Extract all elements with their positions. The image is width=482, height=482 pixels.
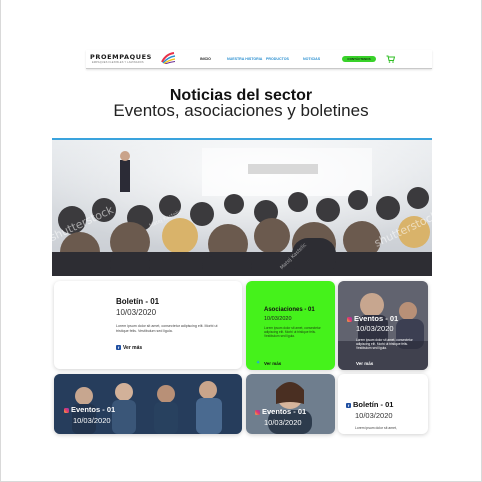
news-card-asociaciones[interactable]: Asociaciones - 01 10/03/2020 Lorem ipsum… <box>246 281 335 370</box>
card-title-text: Eventos - 01 <box>262 407 307 416</box>
logo-tagline: EMPAQUES FLEXIBLES Y LAMINADOS <box>92 61 144 64</box>
card-title: Boletín - 01 <box>116 297 160 306</box>
card-date: 10/03/2020 <box>355 411 393 420</box>
card-title: Asociaciones - 01 <box>264 307 315 313</box>
card-excerpt: Lorem ipsum dolor sit amet, <box>355 426 397 430</box>
news-card-boletin-2[interactable]: f Boletín - 01 10/03/2020 Lorem ipsum dol… <box>338 374 428 434</box>
instagram-icon <box>347 316 352 322</box>
card-excerpt: Lorem ipsum dolor sit amet, consectetur … <box>356 338 413 350</box>
top-navbar: PROEMPAQUES EMPAQUES FLEXIBLES Y LAMINAD… <box>86 50 432 69</box>
card-date: 10/03/2020 <box>73 416 111 425</box>
twitter-icon: ✦ <box>256 360 261 367</box>
read-more-label: Ver más <box>123 345 143 351</box>
card-read-more[interactable]: ✦ Ver más <box>256 361 281 366</box>
card-title-text: Boletín - 01 <box>353 400 394 409</box>
card-excerpt: Lorem ipsum dolor sit amet, consectetur … <box>264 326 321 338</box>
facebook-icon: f <box>346 402 351 408</box>
card-title-text: Eventos - 01 <box>71 405 116 414</box>
page-subtitle: Eventos, asociaciones y boletines <box>113 101 369 120</box>
card-excerpt: Lorem ipsum dolor sit amet, consectetur … <box>116 324 218 333</box>
news-card-eventos-1[interactable]: Eventos - 01 10/03/2020 Lorem ipsum dolo… <box>338 281 428 370</box>
card-title: Eventos - 01 <box>255 407 306 416</box>
contact-button[interactable]: CONTÁCTENOS <box>342 56 376 62</box>
nav-item-productos[interactable]: PRODUCTOS <box>266 57 289 61</box>
brand-logo[interactable]: PROEMPAQUES EMPAQUES FLEXIBLES Y LAMINAD… <box>90 52 176 65</box>
logo-text: PROEMPAQUES <box>90 53 152 61</box>
news-card-boletin[interactable]: Boletín - 01 10/03/2020 Lorem ipsum dolo… <box>54 281 242 369</box>
instagram-icon <box>64 407 69 413</box>
card-title-text: Eventos - 01 <box>354 314 399 323</box>
cart-icon[interactable] <box>386 55 395 63</box>
card-title: Eventos - 01 <box>64 405 115 414</box>
nav-item-nuestra-historia[interactable]: NUESTRA HISTORIA <box>227 57 262 61</box>
card-title: Eventos - 01 <box>347 314 398 323</box>
news-card-eventos-2[interactable]: Eventos - 01 10/03/2020 <box>54 374 242 434</box>
nav-item-inicio[interactable]: INICIO <box>200 57 211 61</box>
nav-item-noticias[interactable]: NOTICIAS <box>303 57 320 61</box>
card-read-more[interactable]: Ver más <box>356 361 373 366</box>
card-title: f Boletín - 01 <box>346 400 393 409</box>
card-date: 10/03/2020 <box>356 324 394 333</box>
facebook-icon: f <box>116 345 121 351</box>
card-date: 10/03/2020 <box>116 308 157 317</box>
event-photo <box>54 374 242 434</box>
instagram-icon <box>255 409 260 415</box>
logo-mark-icon <box>161 52 176 64</box>
card-read-more[interactable]: f Ver más <box>116 345 142 351</box>
read-more-label: Ver más <box>264 361 282 366</box>
card-date: 10/03/2020 <box>264 316 292 322</box>
card-date: 10/03/2020 <box>264 418 302 427</box>
news-card-eventos-3[interactable]: Eventos - 01 10/03/2020 <box>246 374 335 434</box>
frame-border-left <box>0 0 1 482</box>
hero-conference-image: shutterstock shutterstock Matej Kastelic… <box>52 138 432 276</box>
